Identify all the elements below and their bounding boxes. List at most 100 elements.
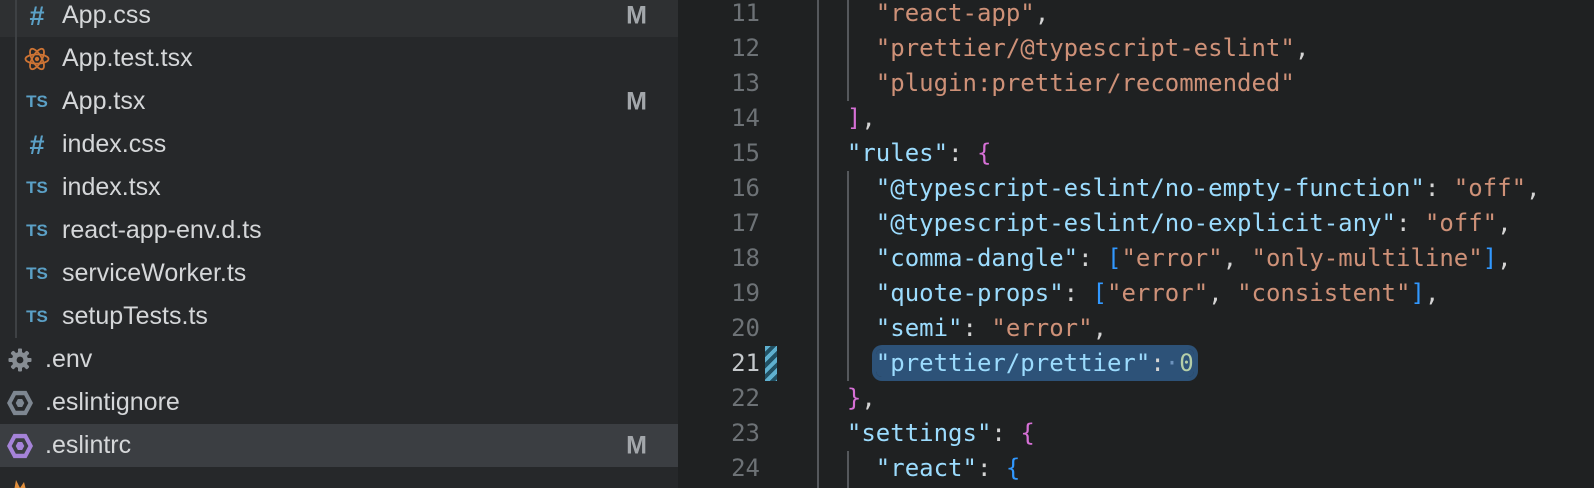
token-pun: : bbox=[977, 454, 1006, 482]
file-label: App.css bbox=[62, 1, 151, 30]
code-line: 18 "comma-dangle": ["error", "only-multi… bbox=[678, 241, 1594, 276]
code-line: 11 "react-app", bbox=[678, 0, 1594, 31]
token-ind bbox=[818, 174, 876, 202]
token-key: "prettier/prettier" bbox=[876, 349, 1151, 377]
token-key: "@typescript-eslint/no-empty-function" bbox=[876, 174, 1425, 202]
eslint-gray-icon bbox=[7, 390, 33, 416]
code-text[interactable]: "react": { bbox=[818, 451, 1020, 486]
sidebar-item-serviceWorker.ts[interactable]: TSserviceWorker.ts bbox=[0, 252, 678, 295]
sidebar-item-.eslintignore[interactable]: .eslintignore bbox=[0, 381, 678, 424]
file-label: index.tsx bbox=[62, 173, 161, 202]
typescript-icon: TS bbox=[24, 261, 50, 287]
code-text[interactable]: "@typescript-eslint/no-empty-function": … bbox=[818, 171, 1540, 206]
token-pun: , bbox=[861, 384, 875, 412]
file-label: .env bbox=[45, 345, 92, 374]
token-key: "quote-props" bbox=[876, 279, 1064, 307]
sidebar-item-.env[interactable]: .env bbox=[0, 338, 678, 381]
css-hash-icon: # bbox=[24, 132, 50, 158]
firebase-flame-icon bbox=[7, 476, 33, 488]
sidebar-item-index.css[interactable]: # index.css bbox=[0, 123, 678, 166]
token-dot: · bbox=[1165, 349, 1179, 377]
token-ind bbox=[818, 0, 876, 27]
line-number[interactable]: 14 bbox=[678, 101, 760, 136]
react-icon bbox=[24, 46, 50, 72]
selection-highlight: "prettier/prettier":·0 bbox=[876, 349, 1194, 377]
token-key: "react" bbox=[876, 454, 977, 482]
sidebar-item-index.tsx[interactable]: TS index.tsx bbox=[0, 166, 678, 209]
line-number[interactable]: 21 bbox=[678, 346, 760, 381]
token-pun: , bbox=[1295, 34, 1309, 62]
code-text[interactable]: "react-app", bbox=[818, 0, 1049, 31]
line-number[interactable]: 24 bbox=[678, 451, 760, 486]
token-key: "comma-dangle" bbox=[876, 244, 1078, 272]
token-ind bbox=[818, 279, 876, 307]
file-list: #App.cssMApp.test.tsxTSApp.tsxM # index.cs… bbox=[0, 0, 678, 488]
sidebar-item-setupTests.ts[interactable]: TSsetupTests.ts bbox=[0, 295, 678, 338]
token-ind bbox=[818, 69, 876, 97]
code-text[interactable]: "prettier/prettier":·0 bbox=[818, 346, 1194, 381]
typescript-icon: TS bbox=[24, 218, 50, 244]
token-key: "@typescript-eslint/no-explicit-any" bbox=[876, 209, 1396, 237]
code-line: 14 ], bbox=[678, 101, 1594, 136]
token-pun: : bbox=[991, 419, 1020, 447]
line-number[interactable]: 23 bbox=[678, 416, 760, 451]
gear-icon bbox=[7, 347, 33, 373]
code-text[interactable]: ], bbox=[818, 101, 876, 136]
line-number[interactable]: 20 bbox=[678, 311, 760, 346]
code-line: 17 "@typescript-eslint/no-explicit-any":… bbox=[678, 206, 1594, 241]
line-number[interactable]: 17 bbox=[678, 206, 760, 241]
token-pun: , bbox=[1497, 244, 1511, 272]
token-ind bbox=[818, 34, 876, 62]
line-number[interactable]: 19 bbox=[678, 276, 760, 311]
line-number[interactable]: 11 bbox=[678, 0, 760, 31]
sidebar-item-App.css[interactable]: #App.cssM bbox=[0, 0, 678, 37]
sidebar-item-.eslintrc[interactable]: .eslintrcM bbox=[0, 424, 678, 467]
typescript-icon: TS bbox=[24, 175, 50, 201]
token-pun: , bbox=[1093, 314, 1107, 342]
sidebar-item-App.test.tsx[interactable]: App.test.tsx bbox=[0, 37, 678, 80]
token-pun: , bbox=[1223, 244, 1252, 272]
token-ind bbox=[818, 349, 876, 377]
line-number[interactable]: 22 bbox=[678, 381, 760, 416]
sidebar-item-partial[interactable] bbox=[0, 467, 678, 488]
code-text[interactable]: "comma-dangle": ["error", "only-multilin… bbox=[818, 241, 1512, 276]
code-line: 23 "settings": { bbox=[678, 416, 1594, 451]
code-editor[interactable]: 11 "react-app",12 "prettier/@typescript-… bbox=[678, 0, 1594, 488]
line-number[interactable]: 15 bbox=[678, 136, 760, 171]
token-pun: : bbox=[948, 139, 977, 167]
token-str: "react-app" bbox=[876, 0, 1035, 27]
token-b1: } bbox=[847, 384, 861, 412]
code-text[interactable]: }, bbox=[818, 381, 876, 416]
code-text[interactable]: "semi": "error", bbox=[818, 311, 1107, 346]
file-label: index.css bbox=[62, 130, 166, 159]
token-str: "only-multiline" bbox=[1252, 244, 1483, 272]
sidebar-item-react-app-env.d.ts[interactable]: TSreact-app-env.d.ts bbox=[0, 209, 678, 252]
token-b2: ] bbox=[1410, 279, 1424, 307]
line-number[interactable]: 12 bbox=[678, 31, 760, 66]
token-pun: : bbox=[1425, 174, 1454, 202]
code-text[interactable]: "settings": { bbox=[818, 416, 1035, 451]
token-key: "semi" bbox=[876, 314, 963, 342]
line-number[interactable]: 13 bbox=[678, 66, 760, 101]
token-b1: { bbox=[1020, 419, 1034, 447]
code-text[interactable]: "rules": { bbox=[818, 136, 991, 171]
code-text[interactable]: "prettier/@typescript-eslint", bbox=[818, 31, 1309, 66]
sidebar-item-App.tsx[interactable]: TSApp.tsxM bbox=[0, 80, 678, 123]
code-text[interactable]: "quote-props": ["error", "consistent"], bbox=[818, 276, 1439, 311]
token-ind bbox=[818, 454, 876, 482]
code-line: 13 "plugin:prettier/recommended" bbox=[678, 66, 1594, 101]
line-number[interactable]: 16 bbox=[678, 171, 760, 206]
code-line: 22 }, bbox=[678, 381, 1594, 416]
token-pun: : bbox=[1396, 209, 1425, 237]
line-number[interactable]: 18 bbox=[678, 241, 760, 276]
token-str: "off" bbox=[1425, 209, 1497, 237]
code-text[interactable]: "@typescript-eslint/no-explicit-any": "o… bbox=[818, 206, 1512, 241]
token-b2: { bbox=[1006, 454, 1020, 482]
token-str: "error" bbox=[1107, 279, 1208, 307]
token-str: "error" bbox=[1121, 244, 1222, 272]
token-pun: , bbox=[861, 104, 875, 132]
token-pun: , bbox=[1208, 279, 1237, 307]
token-pun: : bbox=[963, 314, 992, 342]
code-text[interactable]: "plugin:prettier/recommended" bbox=[818, 66, 1295, 101]
token-pun: , bbox=[1035, 0, 1049, 27]
